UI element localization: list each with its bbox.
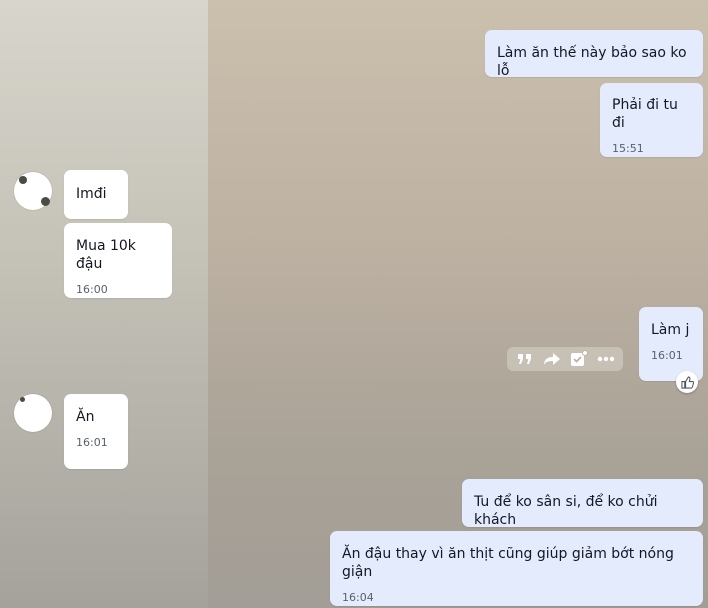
- avatar[interactable]: [14, 394, 52, 432]
- message-time: 16:04: [342, 591, 374, 604]
- message-text: Làm ăn thế này bảo sao ko lỗ: [497, 45, 687, 79]
- outgoing-message[interactable]: Phải đi tu đi 15:51: [600, 83, 703, 157]
- message-time: 15:51: [612, 142, 644, 155]
- more-icon[interactable]: [596, 349, 616, 369]
- message-time: 16:01: [76, 436, 108, 449]
- message-text: Ăn đậu thay vì ăn thịt cũng giúp giảm bớ…: [342, 546, 674, 580]
- outgoing-message[interactable]: Tu để ko sân si, để ko chửi khách: [462, 479, 703, 528]
- reaction-button[interactable]: [676, 371, 698, 393]
- message-text: Làm j: [651, 322, 690, 338]
- outgoing-message[interactable]: Làm ăn thế này bảo sao ko lỗ: [485, 30, 703, 79]
- incoming-message[interactable]: Ăn 16:01: [64, 394, 128, 469]
- add-task-icon[interactable]: [569, 349, 589, 369]
- chat-background-left: [0, 0, 208, 608]
- message-text: Ăn: [76, 409, 95, 425]
- message-text: Mua 10k đậu: [76, 238, 136, 272]
- message-text: Phải đi tu đi: [612, 97, 678, 131]
- outgoing-message[interactable]: Ăn đậu thay vì ăn thịt cũng giúp giảm bớ…: [330, 531, 703, 606]
- message-text: Imđi: [76, 186, 107, 202]
- message-text: Tu để ko sân si, để ko chửi khách: [474, 494, 658, 528]
- avatar[interactable]: [14, 172, 52, 210]
- incoming-message[interactable]: Imđi: [64, 170, 128, 219]
- outgoing-message[interactable]: Làm j 16:01: [639, 307, 703, 381]
- thumbs-up-icon: [680, 375, 694, 389]
- avatar-detail: [19, 176, 27, 184]
- message-time: 16:01: [651, 349, 683, 362]
- avatar-detail: [20, 397, 25, 402]
- forward-icon[interactable]: [542, 349, 562, 369]
- message-time: 16:00: [76, 283, 108, 296]
- quote-icon[interactable]: [515, 349, 535, 369]
- avatar-detail: [41, 197, 50, 206]
- incoming-message[interactable]: Mua 10k đậu 16:00: [64, 223, 172, 298]
- message-action-toolbar: [507, 347, 623, 371]
